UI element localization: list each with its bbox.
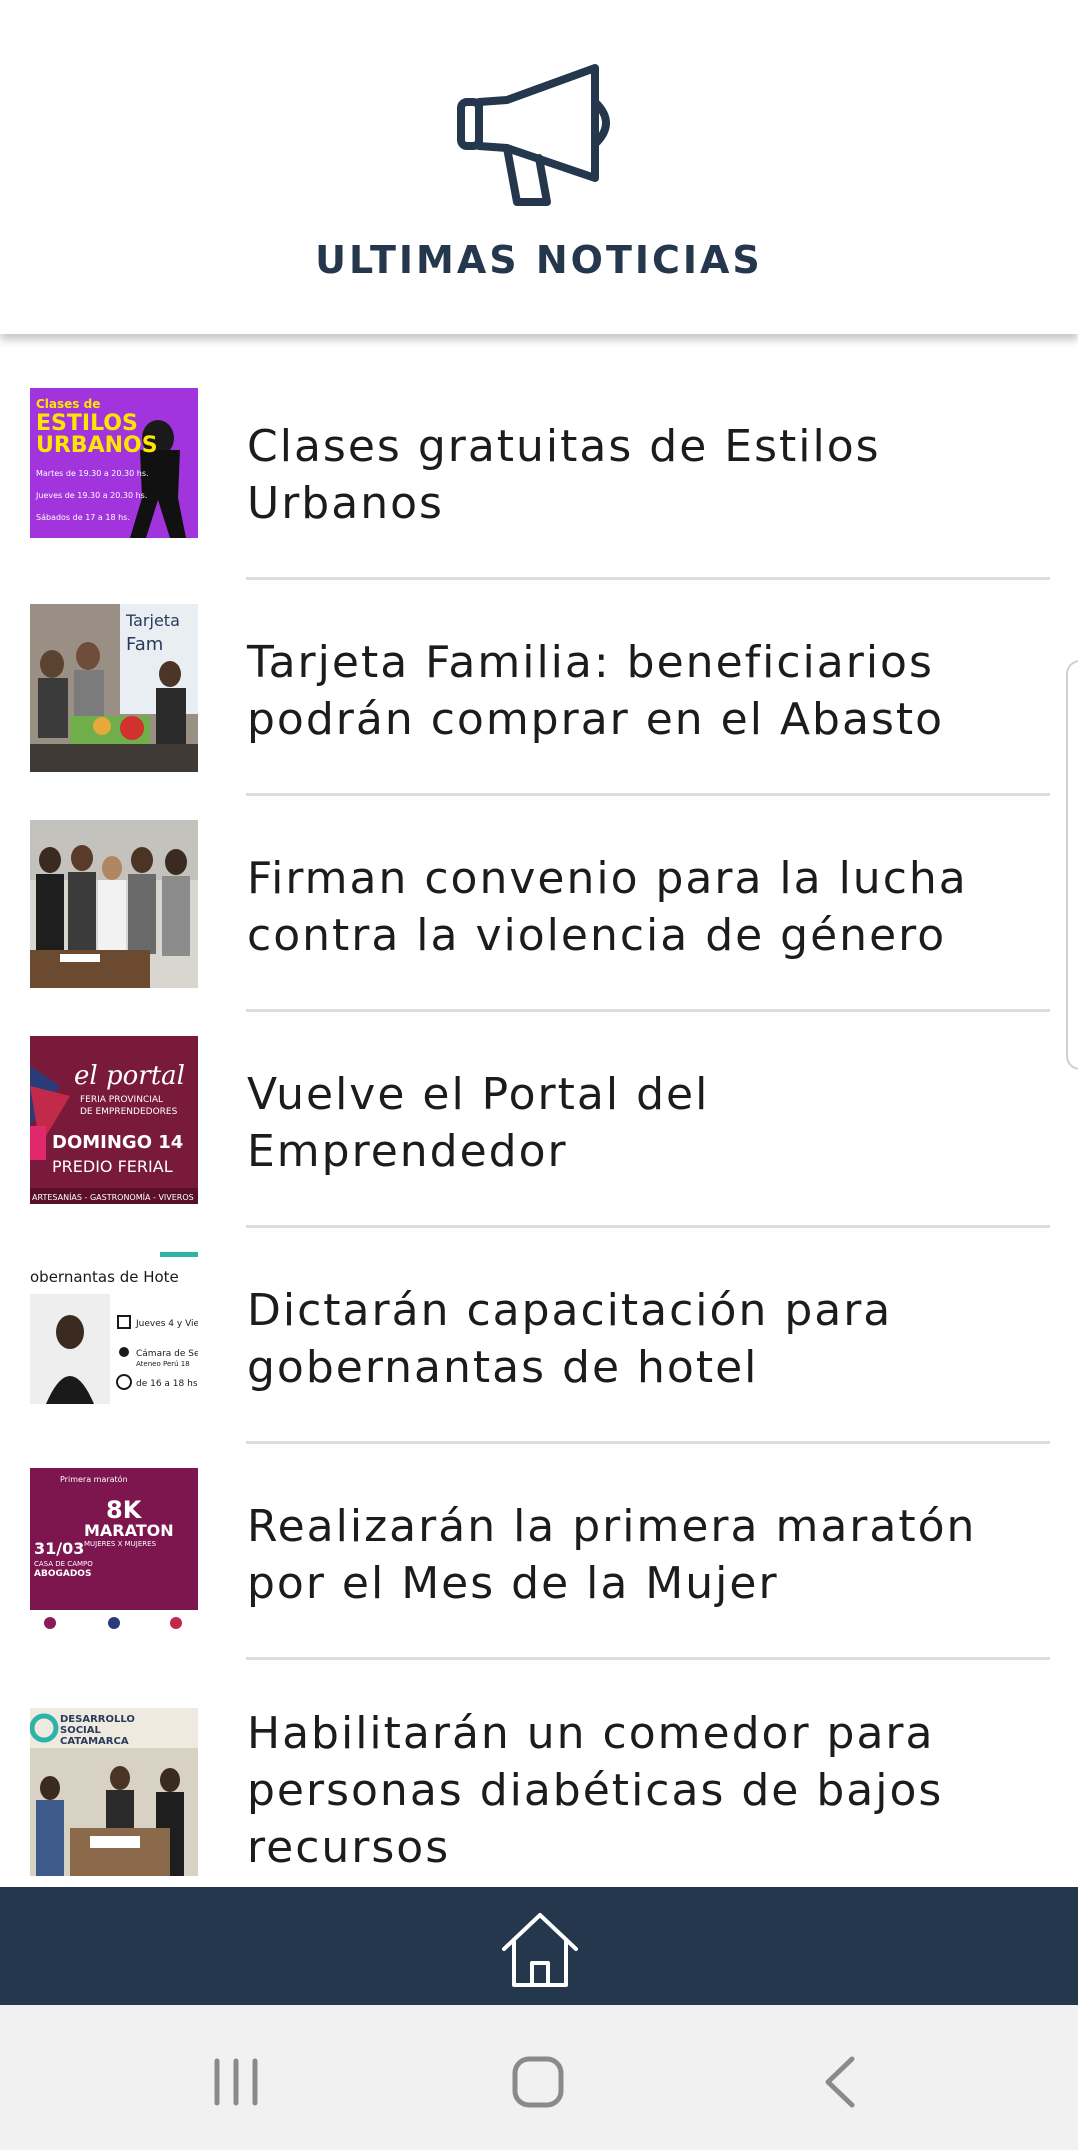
news-item[interactable]: Clases de ESTILOS URBANOS Martes de 19.3…	[0, 334, 1078, 580]
thumb-text: CASA DE CAMPO	[34, 1560, 93, 1568]
header: ULTIMAS NOTICIAS	[0, 0, 1078, 334]
news-list[interactable]: Clases de ESTILOS URBANOS Martes de 19.3…	[0, 334, 1078, 1887]
news-thumbnail: Primera maratón 8K MARATON MUJERES X MUJ…	[30, 1468, 198, 1636]
system-home-icon[interactable]	[503, 2047, 573, 2117]
news-thumbnail: Clases de ESTILOS URBANOS Martes de 19.3…	[30, 388, 198, 556]
thumb-text: 8K	[106, 1496, 143, 1524]
thumb-text: SOCIAL	[60, 1725, 102, 1736]
thumb-text: Primera maratón	[60, 1474, 128, 1484]
news-thumbnail: DESARROLLO SOCIAL CATAMARCA	[30, 1708, 198, 1876]
thumb-text: CATAMARCA	[60, 1736, 129, 1747]
thumb-text: el portal	[74, 1061, 185, 1091]
megaphone-icon	[457, 64, 610, 206]
news-thumbnail	[30, 820, 198, 988]
news-thumbnail: obernantas de Hote Jueves 4 y Vier Cámar…	[30, 1252, 198, 1420]
thumb-text: MUJERES X MUJERES	[84, 1540, 157, 1548]
news-title[interactable]: Clases gratuitas de Estilos Urbanos	[247, 418, 1037, 532]
thumb-text: URBANOS	[36, 433, 158, 458]
thumb-text: Sábados de 17 a 18 hs.	[36, 513, 130, 522]
news-title[interactable]: Habilitarán un comedor para personas dia…	[247, 1705, 1037, 1876]
news-thumbnail: el portal FERIA PROVINCIAL DE EMPRENDEDO…	[30, 1036, 198, 1204]
thumb-text: Fam	[126, 634, 163, 655]
thumb-text: ABOGADOS	[34, 1569, 91, 1579]
thumb-text: DESARROLLO	[60, 1714, 135, 1725]
news-title[interactable]: Vuelve el Portal del Emprendedor	[247, 1066, 1037, 1180]
thumb-text: Clases de	[36, 397, 100, 411]
thumb-text: PREDIO FERIAL	[52, 1157, 173, 1176]
thumb-text: de 16 a 18 hs	[136, 1379, 198, 1389]
thumb-text: FERIA PROVINCIAL	[80, 1095, 163, 1105]
news-title[interactable]: Realizarán la primera maratón por el Mes…	[247, 1498, 1037, 1612]
back-icon[interactable]	[806, 2047, 876, 2117]
thumb-text: DE EMPRENDEDORES	[80, 1107, 178, 1117]
recents-icon[interactable]	[201, 2047, 271, 2117]
news-screen: ULTIMAS NOTICIAS Clases de ESTILOS URBAN…	[0, 0, 1078, 2150]
news-title[interactable]: Dictarán capacitación para gobernantas d…	[247, 1282, 1037, 1396]
thumb-text: obernantas de Hote	[30, 1268, 179, 1286]
home-icon[interactable]	[500, 1911, 580, 1991]
news-thumbnail: Tarjeta Fam	[30, 604, 198, 772]
page-title: ULTIMAS NOTICIAS	[315, 238, 763, 282]
news-item[interactable]: Primera maratón 8K MARATON MUJERES X MUJ…	[0, 1414, 1078, 1660]
bottom-tab-bar	[0, 1887, 1078, 2005]
thumb-text: Jueves de 19.30 a 20.30 hs.	[35, 491, 147, 500]
news-title[interactable]: Tarjeta Familia: beneficiarios podrán co…	[247, 634, 1037, 748]
thumb-text: Martes de 19.30 a 20.30 hs.	[36, 469, 149, 478]
news-item[interactable]: Firman convenio para la lucha contra la …	[0, 766, 1078, 1012]
thumb-text: Tarjeta	[125, 611, 180, 630]
system-navigation-bar	[0, 2005, 1078, 2150]
news-item[interactable]: el portal FERIA PROVINCIAL DE EMPRENDEDO…	[0, 982, 1078, 1228]
thumb-text: Ateneo Perú 18	[136, 1360, 190, 1368]
thumb-text: Jueves 4 y Vier	[135, 1319, 198, 1329]
edge-panel-handle[interactable]	[1066, 660, 1078, 1070]
thumb-text: MARATON	[84, 1521, 174, 1540]
thumb-text: 31/03	[34, 1539, 84, 1558]
news-item[interactable]: obernantas de Hote Jueves 4 y Vier Cámar…	[0, 1198, 1078, 1444]
thumb-text: Cámara de Ser	[136, 1349, 198, 1359]
news-item[interactable]: Tarjeta Fam Tarjeta Familia: beneficiari…	[0, 550, 1078, 796]
thumb-text: DOMINGO 14	[52, 1132, 183, 1153]
news-title[interactable]: Firman convenio para la lucha contra la …	[247, 850, 1037, 964]
news-item[interactable]: DESARROLLO SOCIAL CATAMARCA Habilitarán …	[0, 1630, 1078, 1876]
